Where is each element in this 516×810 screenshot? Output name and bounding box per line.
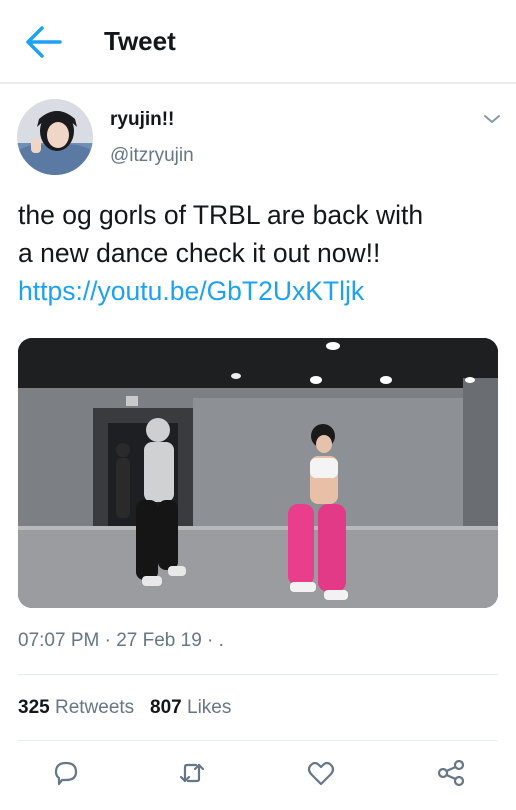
tweet-link[interactable]: https://youtu.be/GbT2UxKTljk bbox=[18, 272, 504, 310]
retweet-button[interactable] bbox=[176, 757, 208, 789]
avatar[interactable] bbox=[17, 99, 93, 175]
tweet-timestamp: 07:07 PM · 27 Feb 19 · . bbox=[18, 630, 224, 651]
like-icon bbox=[307, 761, 335, 786]
retweets-stat[interactable]: 325 Retweets bbox=[18, 697, 134, 718]
arrow-left-icon bbox=[26, 26, 62, 58]
divider bbox=[18, 740, 498, 741]
likes-label: Likes bbox=[187, 697, 232, 718]
chevron-down-icon bbox=[484, 115, 500, 123]
tweet-text-line: the og gorls of TRBL are back with bbox=[18, 200, 424, 230]
tweet-options-button[interactable] bbox=[480, 107, 504, 131]
retweet-icon bbox=[179, 763, 205, 783]
like-button[interactable] bbox=[305, 757, 337, 789]
author-handle[interactable]: @itzryujin bbox=[110, 145, 194, 167]
app-header: Tweet bbox=[0, 0, 516, 84]
tweet-stats: 325 Retweets 807 Likes bbox=[18, 697, 231, 719]
video-thumbnail[interactable] bbox=[18, 338, 498, 608]
reply-icon bbox=[54, 761, 78, 786]
tweet-text: the og gorls of TRBL are back with a new… bbox=[18, 196, 504, 310]
likes-stat[interactable]: 807 Likes bbox=[150, 697, 231, 718]
retweets-label: Retweets bbox=[54, 697, 135, 718]
back-button[interactable] bbox=[22, 22, 66, 62]
share-button[interactable] bbox=[435, 757, 467, 789]
tweet-text-line: a new dance check it out now!! bbox=[18, 238, 381, 268]
divider bbox=[18, 674, 498, 675]
retweets-count: 325 bbox=[18, 697, 50, 718]
likes-count: 807 bbox=[150, 697, 182, 718]
reply-button[interactable] bbox=[50, 757, 82, 789]
page-title: Tweet bbox=[104, 26, 176, 56]
author-display-name[interactable]: ryujin!! bbox=[110, 109, 174, 131]
share-icon bbox=[437, 759, 465, 787]
